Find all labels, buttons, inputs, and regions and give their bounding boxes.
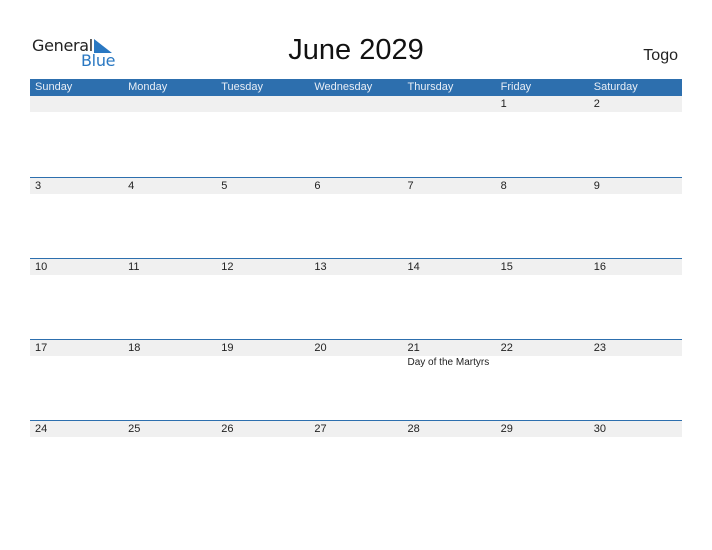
day-number: 28 — [407, 423, 420, 435]
day-number: 3 — [35, 180, 42, 192]
date-strip: 3 4 5 6 7 8 9 — [30, 178, 682, 194]
page-title: June 2029 — [288, 34, 424, 66]
day-event — [589, 356, 682, 370]
weekday-saturday: Saturday — [593, 81, 638, 93]
week-row: 3 4 5 6 7 8 9 — [30, 177, 682, 258]
day-number: 24 — [35, 423, 48, 435]
day-event — [309, 356, 402, 370]
week-row: 24 25 26 27 28 29 30 — [30, 420, 682, 501]
day-number: 25 — [128, 423, 141, 435]
day-number: 10 — [35, 261, 48, 273]
weekday-tuesday: Tuesday — [221, 81, 264, 93]
day-number: 27 — [314, 423, 327, 435]
week-row: 17 18 19 20 21 22 23 Day of the Martyrs — [30, 339, 682, 420]
weekday-wednesday: Wednesday — [314, 81, 373, 93]
day-number: 9 — [593, 180, 600, 192]
day-number: 13 — [314, 261, 327, 273]
day-number: 1 — [500, 98, 507, 110]
day-number: 29 — [500, 423, 513, 435]
day-number — [403, 96, 496, 112]
day-number: 14 — [407, 261, 420, 273]
day-number: 4 — [128, 180, 135, 192]
date-strip: 12 — [30, 96, 682, 112]
date-strip: 10 11 12 13 14 15 16 — [30, 259, 682, 275]
week-row: 12 — [30, 96, 682, 177]
day-number: 5 — [221, 180, 228, 192]
day-number: 8 — [500, 180, 507, 192]
day-number: 30 — [593, 423, 606, 435]
week-row: 10 11 12 13 14 15 16 — [30, 258, 682, 339]
day-number: 19 — [221, 342, 234, 354]
day-number: 2 — [593, 98, 600, 110]
weekday-friday: Friday — [500, 81, 532, 93]
weekday-header: Sunday Monday Tuesday Wednesday Thursday… — [30, 79, 682, 96]
country-label: Togo — [643, 47, 678, 64]
day-number — [30, 96, 123, 112]
weekday-monday: Monday — [128, 81, 168, 93]
day-event — [496, 356, 589, 370]
day-number: 20 — [314, 342, 327, 354]
day-number: 6 — [314, 180, 321, 192]
calendar-grid: Sunday Monday Tuesday Wednesday Thursday… — [30, 79, 682, 501]
day-number: 16 — [593, 261, 606, 273]
day-event — [216, 356, 309, 370]
day-event — [30, 356, 123, 370]
day-number: 7 — [407, 180, 414, 192]
weekday-thursday: Thursday — [407, 81, 454, 93]
date-strip: 24 25 26 27 28 29 30 — [30, 421, 682, 437]
day-event: Day of the Martyrs — [407, 357, 490, 368]
day-number: 18 — [128, 342, 141, 354]
day-number — [216, 96, 309, 112]
weekday-sunday: Sunday — [35, 81, 73, 93]
date-strip: 17 18 19 20 21 22 23 — [30, 340, 682, 356]
day-number: 23 — [593, 342, 606, 354]
day-number — [309, 96, 402, 112]
day-number: 11 — [128, 261, 140, 273]
day-number: 26 — [221, 423, 234, 435]
events-row: Day of the Martyrs — [30, 356, 682, 370]
day-number: 17 — [35, 342, 48, 354]
day-number: 22 — [500, 342, 513, 354]
day-number: 21 — [407, 342, 420, 354]
day-number — [123, 96, 216, 112]
day-event — [123, 356, 216, 370]
day-number: 15 — [500, 261, 513, 273]
day-number: 12 — [221, 261, 234, 273]
